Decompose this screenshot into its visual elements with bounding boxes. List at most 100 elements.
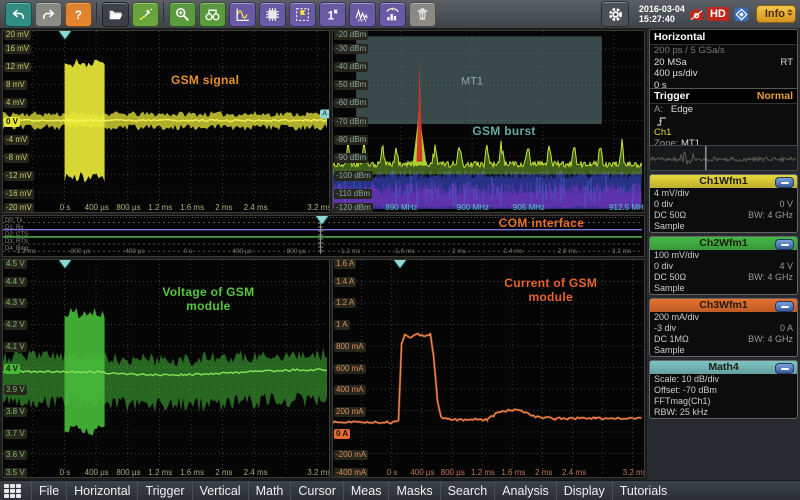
digital-channel-label: D2: CTS bbox=[5, 232, 28, 239]
y-axis-tick-label: 3.5 V bbox=[4, 468, 27, 478]
channel-info-row: DC 50ΩBW: 4 GHz bbox=[650, 272, 797, 283]
y-axis-tick-label: -80 dBm bbox=[334, 135, 368, 145]
search-button[interactable] bbox=[199, 2, 226, 27]
trigger-position-marker[interactable] bbox=[59, 260, 71, 268]
channel-header-ch2wfm1[interactable]: Ch2Wfm1 bbox=[650, 237, 797, 250]
zoom-icon bbox=[174, 6, 191, 23]
trigger-level-marker[interactable]: A bbox=[320, 110, 329, 119]
y-axis-tick-label: 4.2 V bbox=[4, 320, 27, 330]
trigger-position-marker[interactable] bbox=[394, 260, 406, 268]
menu-item-tutorials[interactable]: Tutorials bbox=[612, 481, 674, 500]
info-button[interactable]: Info bbox=[756, 5, 796, 23]
zone-trigger-button[interactable] bbox=[289, 2, 316, 27]
info-spinner-arrows[interactable] bbox=[787, 9, 793, 16]
time-tick-label: 2.4 ms bbox=[244, 203, 268, 212]
y-axis-tick-label: 4.4 V bbox=[4, 277, 27, 287]
time-tick-label: 2 ms bbox=[215, 203, 232, 212]
datetime-display: 2016-03-04 15:27:40 bbox=[639, 4, 685, 24]
channel-panel-ch1wfm1[interactable]: Ch1Wfm14 mV/div0 div0 VDC 50ΩBW: 4 GHzSa… bbox=[649, 174, 798, 233]
panel-title-current: Current of GSM module bbox=[504, 276, 597, 304]
channel-header-ch1wfm1[interactable]: Ch1Wfm1 bbox=[650, 175, 797, 188]
screenshot-icon[interactable] bbox=[689, 8, 704, 21]
menu-item-display[interactable]: Display bbox=[556, 481, 612, 500]
zone-trigger-icon bbox=[294, 6, 311, 23]
open-file-icon bbox=[107, 6, 124, 23]
apps-grid-icon[interactable] bbox=[4, 484, 26, 498]
open-file-button[interactable] bbox=[102, 2, 129, 27]
menu-item-masks[interactable]: Masks bbox=[388, 481, 439, 500]
time-tick-label: 2 ms bbox=[452, 247, 466, 256]
undo-button[interactable] bbox=[5, 2, 32, 27]
signal-preview-thumbnail[interactable] bbox=[649, 145, 798, 171]
mask-test-button[interactable] bbox=[259, 2, 286, 27]
gsm-signal-panel[interactable]: 20 mV16 mV12 mV8 mV4 mV0 V-4 mV-8 mV-12 … bbox=[2, 30, 330, 213]
search-icon bbox=[204, 6, 221, 23]
channel-title: Ch2Wfm1 bbox=[699, 237, 747, 249]
channel-panel-math4[interactable]: Math4Scale: 10 dB/divOffset: -70 dBmFFTm… bbox=[649, 360, 798, 419]
trigger-setup-button[interactable]: 1 bbox=[319, 2, 346, 27]
time-tick-label: -800 µs bbox=[69, 247, 91, 256]
minimize-button[interactable] bbox=[775, 363, 794, 374]
time-tick-label: -400 µs bbox=[123, 247, 145, 256]
time-tick-label: 800 µs bbox=[287, 247, 307, 256]
toolbar-separator bbox=[96, 2, 97, 22]
zoom-button[interactable] bbox=[169, 2, 196, 27]
y-axis-tick-label: -70 dBm bbox=[334, 117, 368, 127]
minimize-button[interactable] bbox=[775, 301, 794, 312]
delete-button[interactable] bbox=[409, 2, 436, 27]
y-axis-tick-label: -4 mV bbox=[4, 135, 29, 145]
redo-button[interactable] bbox=[35, 2, 62, 27]
probe-setup-icon bbox=[137, 6, 154, 23]
time-tick-label: 1.2 ms bbox=[471, 468, 495, 477]
menu-item-meas[interactable]: Meas bbox=[343, 481, 389, 500]
time-tick-label: 800 µs bbox=[441, 468, 465, 477]
channel-header-math4[interactable]: Math4 bbox=[650, 361, 797, 374]
channel-panel-ch3wfm1[interactable]: Ch3Wfm1200 mA/div-3 div0 ADC 1MΩBW: 4 GH… bbox=[649, 298, 798, 357]
time-tick-label: 1.6 ms bbox=[395, 247, 415, 256]
channel-panel-ch2wfm1[interactable]: Ch2Wfm1100 mV/div0 div4 VDC 50ΩBW: 4 GHz… bbox=[649, 236, 798, 295]
com-interface-panel[interactable]: D0: TxD1: RxD2: CTSD3: RTSD4: Ring-1.2 m… bbox=[2, 215, 645, 257]
gsm-burst-fft-panel[interactable]: MT1-20 dBm-30 dBm-40 dBm-50 dBm-60 dBm-7… bbox=[332, 30, 645, 213]
current-panel[interactable]: 1.6 A1.4 A1.2 A1 A800 mA600 mA400 mA200 … bbox=[332, 259, 645, 478]
y-axis-tick-label: 3.6 V bbox=[4, 450, 27, 460]
settings-gear-button[interactable] bbox=[601, 1, 629, 27]
time-tick-label: 912.5 MHz bbox=[609, 203, 645, 212]
trigger-position-marker[interactable] bbox=[59, 31, 71, 39]
menu-item-search[interactable]: Search bbox=[440, 481, 495, 500]
y-axis-tick-label: 600 mA bbox=[334, 364, 366, 374]
horizontal-title: Horizontal bbox=[654, 31, 705, 43]
time-tick-label: 905 MHz bbox=[513, 203, 545, 212]
trigger-position-marker[interactable] bbox=[316, 216, 328, 224]
help-button[interactable]: ? bbox=[65, 2, 92, 27]
y-axis-tick-label: 1.6 A bbox=[334, 259, 356, 269]
probe-setup-button[interactable] bbox=[132, 2, 159, 27]
time-tick-label: 1.6 ms bbox=[180, 203, 204, 212]
y-axis-tick-label: 400 mA bbox=[334, 385, 366, 395]
menu-item-horizontal[interactable]: Horizontal bbox=[66, 481, 137, 500]
minimize-button[interactable] bbox=[775, 239, 794, 250]
trigger-source: Ch1 bbox=[654, 127, 671, 138]
histogram-button[interactable] bbox=[379, 2, 406, 27]
fft-button[interactable]: FFT bbox=[349, 2, 376, 27]
time-tick-label: 800 µs bbox=[116, 468, 140, 477]
time-tick-label: 3.2 ms bbox=[307, 468, 330, 477]
time-label: 15:27:40 bbox=[639, 14, 675, 24]
menu-item-file[interactable]: File bbox=[31, 481, 66, 500]
menu-item-trigger[interactable]: Trigger bbox=[137, 481, 191, 500]
menu-item-cursor[interactable]: Cursor bbox=[290, 481, 343, 500]
y-axis-tick-label: 800 mA bbox=[334, 342, 366, 352]
voltage-panel[interactable]: 4.5 V4.4 V4.3 V4.2 V4.1 V4 V3.9 V3.8 V3.… bbox=[2, 259, 330, 478]
channel-header-ch3wfm1[interactable]: Ch3Wfm1 bbox=[650, 299, 797, 312]
svg-text:MT1: MT1 bbox=[461, 76, 483, 88]
minimize-button[interactable] bbox=[775, 177, 794, 188]
time-tick-label: 3.2 ms bbox=[612, 247, 632, 256]
menu-item-analysis[interactable]: Analysis bbox=[494, 481, 556, 500]
horizontal-settings-panel[interactable]: Horizontal 200 ps / 5 GSa/s 20 MSa RT 40… bbox=[649, 29, 798, 92]
menu-item-vertical[interactable]: Vertical bbox=[192, 481, 248, 500]
time-tick-label: 3.2 ms bbox=[307, 203, 330, 212]
menu-item-math[interactable]: Math bbox=[248, 481, 291, 500]
trigger-mode: Normal bbox=[757, 90, 793, 102]
waveform-math-button[interactable] bbox=[229, 2, 256, 27]
hd-badge: HD bbox=[707, 7, 729, 21]
time-tick-label: 2.4 ms bbox=[562, 468, 586, 477]
